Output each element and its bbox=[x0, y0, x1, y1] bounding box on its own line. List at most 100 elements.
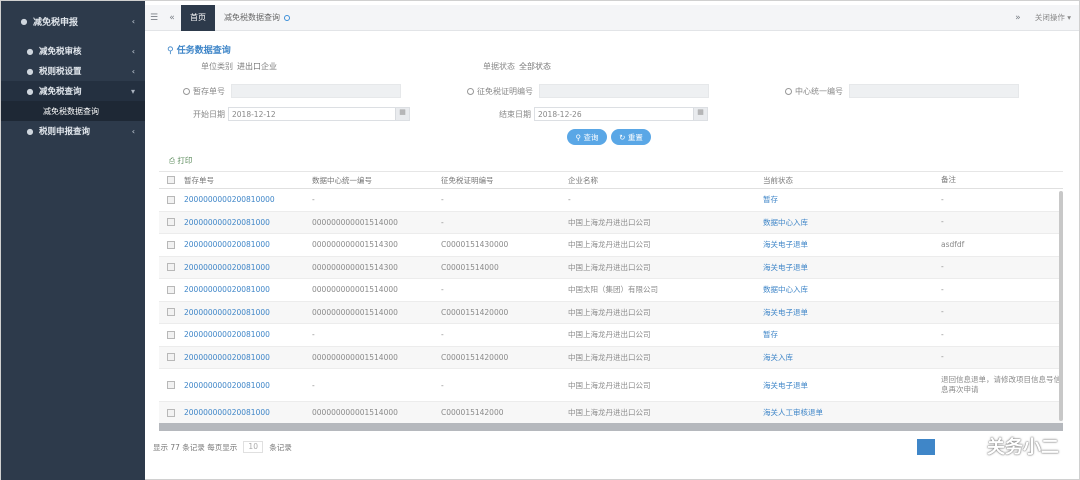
temp-no-radio[interactable] bbox=[183, 87, 190, 95]
table-row[interactable]: 200000000020081000 000000000001514000 - 中国上… bbox=[159, 211, 1063, 234]
print-button[interactable]: ⎙ 打印 bbox=[169, 155, 192, 166]
cell-note: - bbox=[941, 194, 944, 204]
cell-temp-no[interactable]: 200000000020081000 bbox=[183, 285, 312, 294]
cell-status[interactable]: 海关电子退单 bbox=[763, 307, 941, 318]
filter-cert-no: 征免税证明编号 bbox=[467, 84, 709, 98]
cert-no-input[interactable] bbox=[539, 84, 709, 98]
cell-status[interactable]: 暂存 bbox=[763, 329, 941, 340]
chevron-left-icon: ‹ bbox=[131, 46, 135, 56]
table-row[interactable]: 200000000020081000- - 中国上海龙丹进出口公司 海关电子退单 退回信… bbox=[159, 369, 1063, 402]
search-button[interactable]: ⚲ 查询 bbox=[567, 129, 607, 145]
sidebar-subitem-data-query[interactable]: 减免税数据查询 bbox=[1, 101, 145, 121]
row-checkbox[interactable] bbox=[167, 308, 175, 317]
scroll-right-icon[interactable]: » bbox=[1009, 5, 1027, 31]
cell-company: - bbox=[568, 195, 571, 205]
cell-status[interactable]: 暂存 bbox=[763, 194, 941, 205]
cell-temp-no[interactable]: 200000000020081000 bbox=[183, 408, 312, 417]
row-checkbox[interactable] bbox=[167, 240, 175, 249]
cell-temp-no[interactable]: 200000000020081000 bbox=[183, 381, 312, 390]
sidebar-item-query[interactable]: ● 减免税查询 ▾ bbox=[1, 81, 145, 101]
sidebar-item-review[interactable]: ● 减免税审核 ‹ bbox=[1, 41, 145, 61]
scroll-left-icon[interactable]: « bbox=[163, 5, 181, 31]
table-row[interactable]: 200000000020081000 000000000001514000 - 中国太… bbox=[159, 279, 1063, 302]
table-row[interactable]: 200000000020081000 000000000001514000 C000… bbox=[159, 346, 1063, 369]
row-checkbox[interactable] bbox=[167, 285, 175, 294]
filter-end-date: 结束日期 2018-12-26 ▦ bbox=[499, 107, 708, 121]
cell-temp-no[interactable]: 200000000020081000 bbox=[183, 353, 312, 362]
row-checkbox[interactable] bbox=[167, 353, 175, 362]
cell-temp-no[interactable]: 200000000020081000 bbox=[183, 330, 312, 339]
horizontal-scrollbar[interactable] bbox=[159, 423, 1063, 431]
cell-note: - bbox=[941, 217, 944, 227]
cell-temp-no[interactable]: 2000000000200810000 bbox=[183, 195, 312, 204]
cell-status[interactable]: 数据中心入库 bbox=[763, 217, 941, 228]
tab-home[interactable]: 首页 bbox=[181, 4, 215, 31]
cell-cert-no: C0000151420000 bbox=[441, 307, 509, 317]
calendar-icon[interactable]: ▦ bbox=[395, 108, 409, 120]
col-center-no[interactable]: 数据中心统一编号 bbox=[312, 175, 441, 186]
cell-center-no: 000000000001514000 bbox=[312, 217, 398, 227]
table-row[interactable]: 200000000020081000 000000000001514000 C000… bbox=[159, 402, 1063, 425]
col-company[interactable]: 企业名称 bbox=[568, 175, 763, 186]
cell-note: - bbox=[941, 262, 944, 272]
table-row[interactable]: 200000000020081000- - 中国上海龙丹进出口公司 暂存 - bbox=[159, 324, 1063, 347]
table-row[interactable]: 2000000000200810000- - - 暂存 - bbox=[159, 189, 1063, 212]
temp-no-input[interactable] bbox=[231, 84, 401, 98]
center-no-radio[interactable] bbox=[785, 87, 792, 95]
cell-status[interactable]: 海关电子退单 bbox=[763, 239, 941, 250]
cell-note: asdfdf bbox=[941, 239, 965, 249]
cell-temp-no[interactable]: 200000000020081000 bbox=[183, 308, 312, 317]
table-row[interactable]: 200000000020081000 000000000001514300 C000… bbox=[159, 234, 1063, 257]
col-cert-no[interactable]: 征免税证明编号 bbox=[441, 175, 568, 186]
page-size-select[interactable]: 10 bbox=[243, 441, 264, 453]
cell-temp-no[interactable]: 200000000020081000 bbox=[183, 263, 312, 272]
cell-temp-no[interactable]: 200000000020081000 bbox=[183, 240, 312, 249]
table-row[interactable]: 200000000020081000 000000000001514300 C000… bbox=[159, 256, 1063, 279]
cell-cert-no: C00001514000 bbox=[441, 262, 499, 272]
cell-temp-no[interactable]: 200000000020081000 bbox=[183, 218, 312, 227]
reset-button[interactable]: ↻ 重置 bbox=[611, 129, 651, 145]
row-checkbox[interactable] bbox=[167, 381, 175, 389]
row-checkbox[interactable] bbox=[167, 408, 175, 417]
cell-center-no: 000000000001514000 bbox=[312, 352, 398, 362]
close-actions-menu[interactable]: 关闭操作 ▾ bbox=[1027, 12, 1079, 23]
page-button-current[interactable] bbox=[917, 439, 935, 455]
page-title: ⚲ 任务数据查询 bbox=[167, 46, 231, 56]
sidebar-title: 减免税申报 bbox=[33, 17, 79, 28]
row-checkbox[interactable] bbox=[167, 330, 175, 339]
select-all-checkbox[interactable] bbox=[167, 176, 175, 184]
row-checkbox[interactable] bbox=[167, 195, 175, 204]
cert-no-radio[interactable] bbox=[467, 87, 474, 95]
row-checkbox[interactable] bbox=[167, 218, 175, 227]
cell-status[interactable]: 海关电子退单 bbox=[763, 262, 941, 273]
pagination-info: 显示 77 条记录 每页显示 10 条记录 bbox=[153, 441, 292, 453]
col-status[interactable]: 当前状态 bbox=[763, 175, 941, 186]
cell-status[interactable]: 海关人工审核退单 bbox=[763, 407, 941, 418]
cell-cert-no: - bbox=[441, 380, 444, 390]
cell-company: 中国上海龙丹进出口公司 bbox=[568, 380, 651, 390]
col-temp-no[interactable]: 暂存单号 bbox=[183, 175, 312, 186]
menu-toggle-icon[interactable]: ☰ bbox=[145, 5, 163, 31]
row-checkbox[interactable] bbox=[167, 263, 175, 272]
col-note[interactable]: 备注 bbox=[941, 175, 1061, 185]
cell-cert-no: C0000151420000 bbox=[441, 352, 509, 362]
calendar-icon[interactable]: ▦ bbox=[693, 108, 707, 120]
chevron-left-icon: ‹ bbox=[131, 126, 135, 136]
tab-data-query[interactable]: 减免税数据查询 bbox=[215, 5, 299, 31]
sidebar-header[interactable]: ● 减免税申报 ‹ bbox=[1, 1, 145, 41]
center-no-input[interactable] bbox=[849, 84, 1019, 98]
tab-close-icon[interactable] bbox=[284, 14, 290, 21]
start-date-input[interactable]: 2018-12-12 ▦ bbox=[228, 107, 410, 121]
cell-company: 中国上海龙丹进出口公司 bbox=[568, 352, 651, 362]
cell-center-no: 000000000001514300 bbox=[312, 262, 398, 272]
sidebar-item-settings[interactable]: ● 税则税设置 ‹ bbox=[1, 61, 145, 81]
cell-note: - bbox=[941, 284, 944, 294]
cell-status[interactable]: 海关入库 bbox=[763, 352, 941, 363]
sidebar-item-declare[interactable]: ● 税则申报查询 ‹ bbox=[1, 121, 145, 141]
cell-status[interactable]: 海关电子退单 bbox=[763, 380, 941, 391]
chevron-left-icon[interactable]: ‹ bbox=[132, 17, 135, 26]
cell-status[interactable]: 数据中心入库 bbox=[763, 284, 941, 295]
vertical-scrollbar[interactable] bbox=[1059, 191, 1063, 421]
end-date-input[interactable]: 2018-12-26 ▦ bbox=[534, 107, 708, 121]
table-row[interactable]: 200000000020081000 000000000001514000 C000… bbox=[159, 301, 1063, 324]
